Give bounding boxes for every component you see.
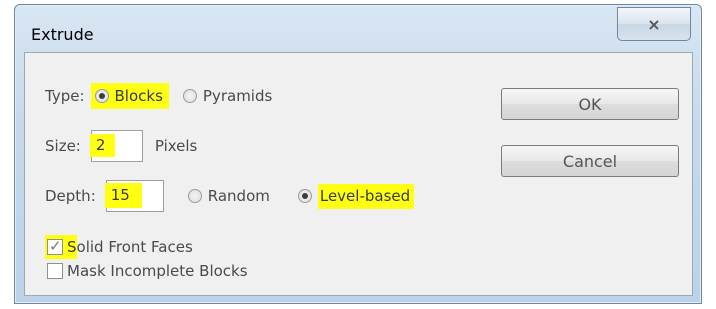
size-row: Size: 2 Pixels	[45, 130, 197, 162]
radio-random-indicator	[187, 189, 202, 203]
radio-level-based-indicator	[297, 189, 312, 203]
type-row: Type: Blocks Pyramids	[45, 83, 272, 109]
dialog-title: Extrude	[31, 25, 94, 44]
depth-radio-random[interactable]: Random	[187, 187, 270, 205]
radio-pyramids-label: Pyramids	[202, 87, 273, 105]
mask-incomplete-blocks-label: Mask Incomplete Blocks	[67, 262, 248, 280]
type-label: Type:	[45, 87, 85, 105]
cancel-button[interactable]: Cancel	[501, 145, 679, 177]
radio-random-label: Random	[207, 187, 270, 205]
checkbox-solid-front-faces[interactable]: S olid Front Faces	[45, 235, 193, 259]
type-radio-pyramids[interactable]: Pyramids	[182, 87, 273, 105]
type-radio-blocks[interactable]: Blocks	[90, 83, 169, 109]
solid-front-faces-checkbox	[47, 237, 63, 255]
extrude-dialog: Extrude ⨯ Type: Blocks Pyramids Size: 2 …	[14, 4, 702, 304]
title-bar: Extrude ⨯	[15, 5, 701, 53]
depth-radio-level-based[interactable]: Level-based	[297, 183, 415, 209]
solid-front-faces-label-first: S	[67, 238, 77, 256]
solid-front-faces-highlight: S	[45, 235, 77, 259]
close-icon: ⨯	[647, 14, 661, 34]
radio-level-based-label: Level-based	[317, 183, 415, 209]
close-button[interactable]: ⨯	[617, 7, 691, 41]
radio-blocks-indicator	[94, 89, 109, 103]
size-value: 2	[89, 134, 116, 157]
solid-front-faces-label: olid Front Faces	[76, 238, 193, 256]
depth-label: Depth:	[45, 187, 96, 205]
depth-value: 15	[104, 183, 142, 208]
dialog-body: Type: Blocks Pyramids Size: 2 Pixels Dep…	[24, 52, 693, 296]
size-unit-label: Pixels	[154, 137, 198, 155]
depth-input[interactable]: 15	[104, 180, 164, 212]
mask-incomplete-blocks-checkbox	[47, 263, 63, 279]
radio-pyramids-indicator	[182, 89, 197, 103]
checkbox-mask-incomplete-blocks[interactable]: Mask Incomplete Blocks	[47, 262, 248, 280]
size-input[interactable]: 2	[89, 130, 143, 162]
ok-button[interactable]: OK	[501, 88, 679, 120]
size-label: Size:	[45, 137, 81, 155]
radio-blocks-label: Blocks	[114, 87, 163, 105]
depth-row: Depth: 15 Random Level-based	[45, 180, 415, 212]
